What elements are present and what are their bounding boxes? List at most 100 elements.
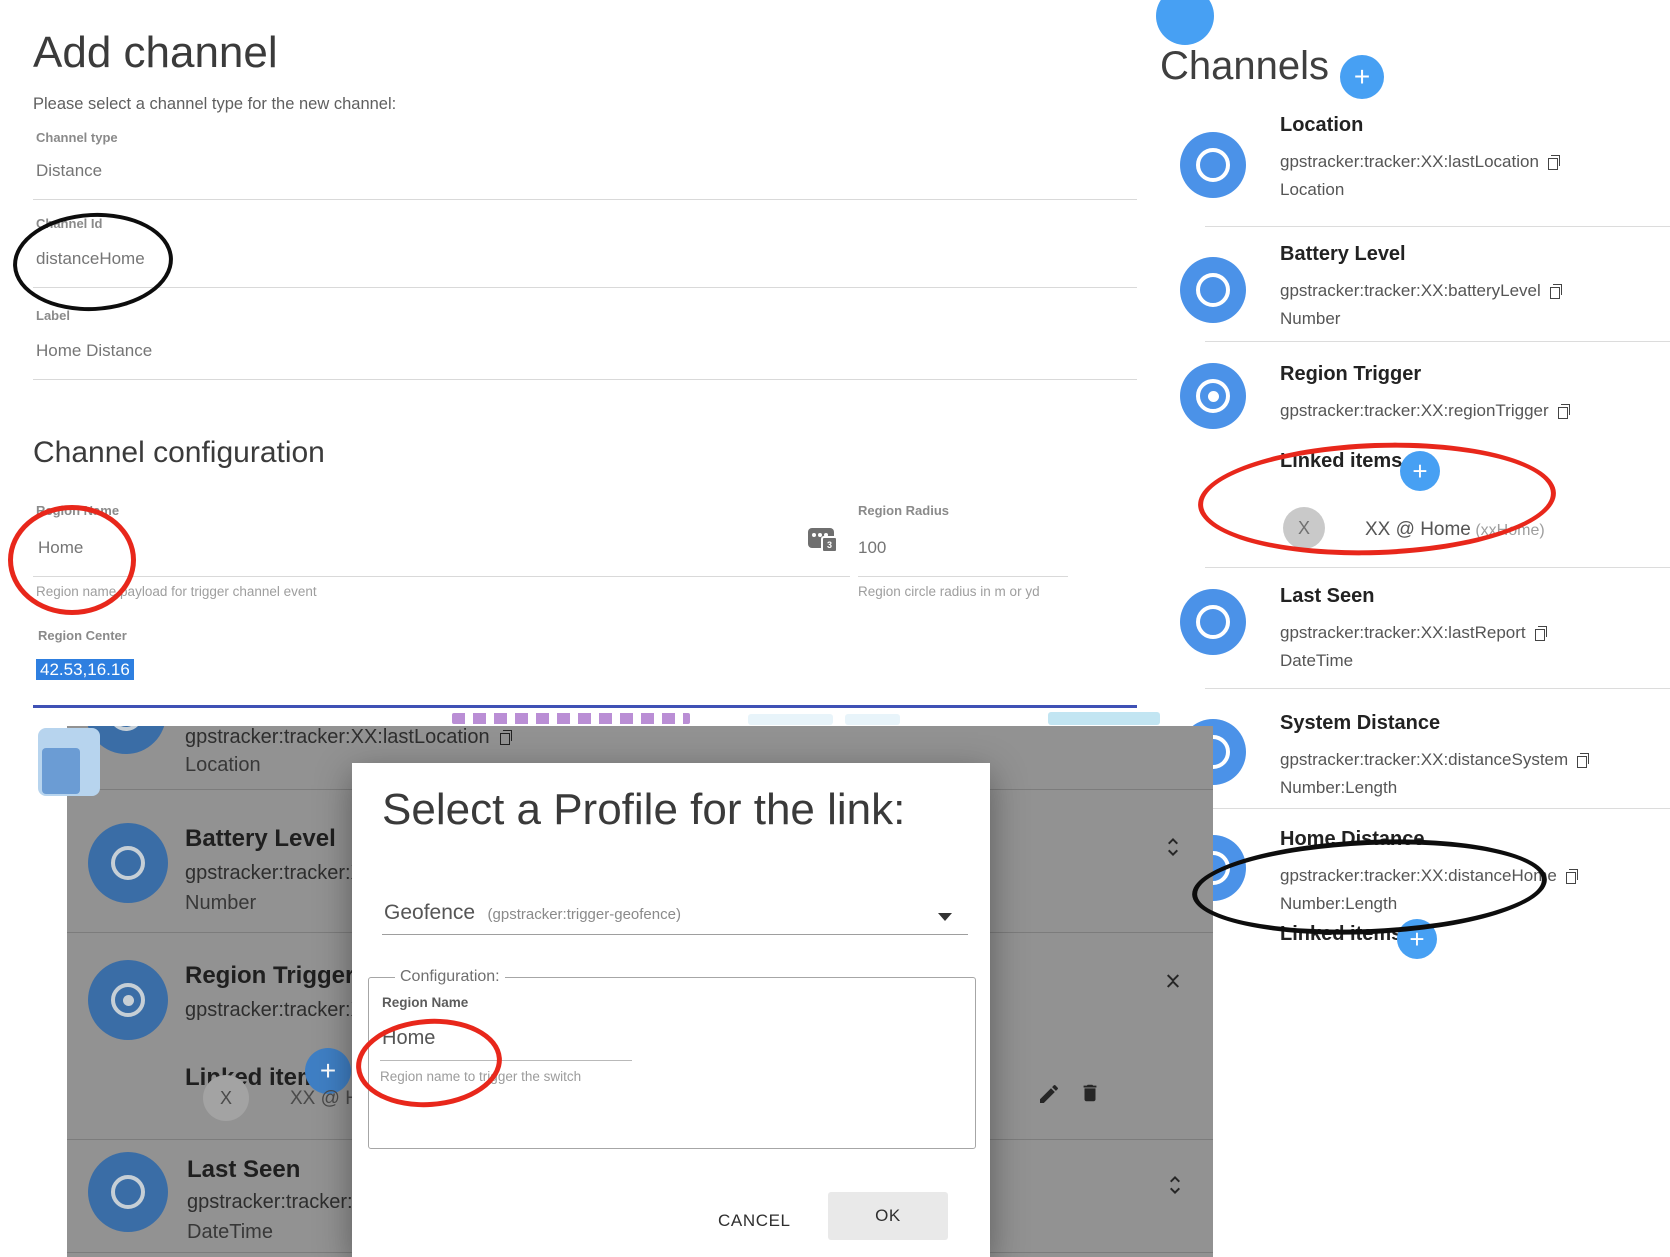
dialog-region-name-underline [380,1060,632,1061]
profile-dialog: Select a Profile for the link: Geofence … [352,763,990,1257]
copy-icon[interactable] [1535,626,1547,641]
map-sliver-2 [845,714,900,725]
channel-type-last-seen: DateTime [1280,651,1353,671]
region-radius-field[interactable]: 100 [858,538,886,558]
channel-id-text: gpstracker:tracker:XX:regionTrigger [1280,401,1549,421]
channel-id-last-seen: gpstracker:tracker:XX:lastReport [1280,623,1547,643]
radio-ring-icon [1196,605,1230,639]
linked-item-label: XX @ Home [1365,519,1471,540]
region-center-field[interactable]: 42.53,16.16 [36,660,134,680]
channel-type-battery: Number [1280,309,1340,329]
copy-icon[interactable] [1566,869,1578,884]
pencil-icon [1037,1082,1061,1106]
channel-id-field[interactable]: distanceHome [36,249,145,269]
profile-select[interactable]: Geofence (gpstracker:trigger-geofence) [384,901,681,925]
cancel-button[interactable]: CANCEL [718,1211,791,1231]
radio-checked-icon [111,983,145,1017]
label-field[interactable]: Home Distance [36,341,152,361]
bg-channel-title: Region Trigger [185,962,354,990]
radio-ring-icon [1196,273,1230,307]
bg-channel-avatar [88,823,168,903]
channel-type-field[interactable]: Distance [36,161,102,181]
region-name-underline [33,576,850,577]
linked-item[interactable]: XX @ Home (xxHome) [1365,519,1545,541]
channel-title-system-distance[interactable]: System Distance [1280,712,1440,735]
radio-ring-icon [1196,148,1230,182]
bg-channel-id-text: gpstracker:tracker:XX:lastLocation [185,726,490,749]
label-underline [33,379,1137,380]
profile-select-value: Geofence [384,901,475,924]
configuration-legend: Configuration: [395,968,505,986]
region-name-field[interactable]: Home [38,538,83,558]
expand-channel-button-2[interactable] [1163,1170,1187,1205]
channel-id-region-trigger: gpstracker:tracker:XX:regionTrigger [1280,401,1570,421]
profile-select-underline [382,934,968,935]
channel-title-home-distance[interactable]: Home Distance [1280,828,1425,851]
copy-icon[interactable] [1550,284,1562,299]
channel-type-location: Location [1280,180,1344,200]
dialog-title: Select a Profile for the link: [382,785,905,835]
chevron-down-icon[interactable] [938,913,952,921]
ok-button[interactable]: OK [828,1192,948,1240]
top-partial-circle [1156,0,1214,45]
radio-ring-icon [111,846,145,880]
edit-link-button[interactable] [1037,1082,1061,1111]
bg-channel-avatar [88,960,168,1040]
radio-ring-icon [109,726,143,731]
channel-id-system-distance: gpstracker:tracker:XX:distanceSystem [1280,750,1589,770]
bg-channel-type: Number [185,892,256,915]
bg-channel-id: gpstracker:tracker:XX:lastLocation [185,726,512,749]
copy-icon[interactable] [1558,404,1570,419]
unfold-more-icon [1163,1170,1187,1200]
map-sliver-1 [748,714,833,725]
channel-id-text: gpstracker:tracker:XX:distanceSystem [1280,750,1568,770]
region-center-focus-underline [33,705,1137,708]
form-subtitle: Please select a channel type for the new… [33,95,396,114]
expand-channel-button[interactable] [1161,832,1185,867]
linked-items-heading-2: Linked items [1280,923,1402,946]
channel-id-text: gpstracker:tracker:XX:lastLocation [1280,152,1539,172]
copy-icon [500,730,512,745]
channel-title-region-trigger[interactable]: Region Trigger [1280,363,1421,386]
config-heading: Channel configuration [33,436,325,470]
region-radius-label: Region Radius [858,503,949,518]
unfold-more-icon [1161,832,1185,862]
bg-channel-type: DateTime [187,1221,273,1244]
bg-channel-title: Last Seen [187,1156,300,1184]
dialog-region-name-field[interactable]: Home [382,1027,435,1050]
page-title: Add channel [33,28,278,78]
bg-channel-title: Battery Level [185,825,336,853]
add-link-button-2[interactable]: + [1397,919,1437,959]
collapse-channel-button[interactable] [1161,966,1185,1001]
add-link-button[interactable]: + [1400,451,1440,491]
region-radius-hint: Region circle radius in m or yd [858,584,1040,599]
channel-title-location[interactable]: Location [1280,114,1363,137]
channel-avatar-location [1180,132,1246,198]
dialog-region-name-label: Region Name [382,995,468,1010]
region-center-label: Region Center [38,628,127,643]
add-channel-button[interactable]: + [1340,55,1384,99]
delete-link-button[interactable] [1079,1081,1101,1110]
channel-title-battery[interactable]: Battery Level [1280,243,1406,266]
region-name-label: Region Name [36,503,119,518]
channel-avatar-battery [1180,257,1246,323]
map-control-widget [38,728,100,796]
channel-id-location: gpstracker:tracker:XX:lastLocation [1280,152,1560,172]
divider [1205,688,1670,689]
radio-ring-icon [111,1175,145,1209]
channel-id-home-distance: gpstracker:tracker:XX:distanceHome [1280,866,1578,886]
copy-icon[interactable] [1577,753,1589,768]
radio-checked-icon [1196,379,1230,413]
channel-type-label: Channel type [36,130,118,145]
channel-type-home-distance: Number:Length [1280,894,1397,914]
channel-id-label: Channel Id [36,216,102,231]
region-center-selected-text: 42.53,16.16 [36,659,134,680]
channel-title-last-seen[interactable]: Last Seen [1280,585,1374,608]
dialog-region-name-hint: Region name to trigger the switch [380,1069,581,1084]
linked-item-suffix: (xxHome) [1475,522,1544,539]
copy-icon[interactable] [1548,155,1560,170]
keypad-icon[interactable]: 3 [808,528,834,548]
channel-id-text: gpstracker:tracker:XX:batteryLevel [1280,281,1541,301]
channel-avatar-region-trigger [1180,363,1246,429]
page-root: Add channel Please select a channel type… [0,0,1670,1257]
